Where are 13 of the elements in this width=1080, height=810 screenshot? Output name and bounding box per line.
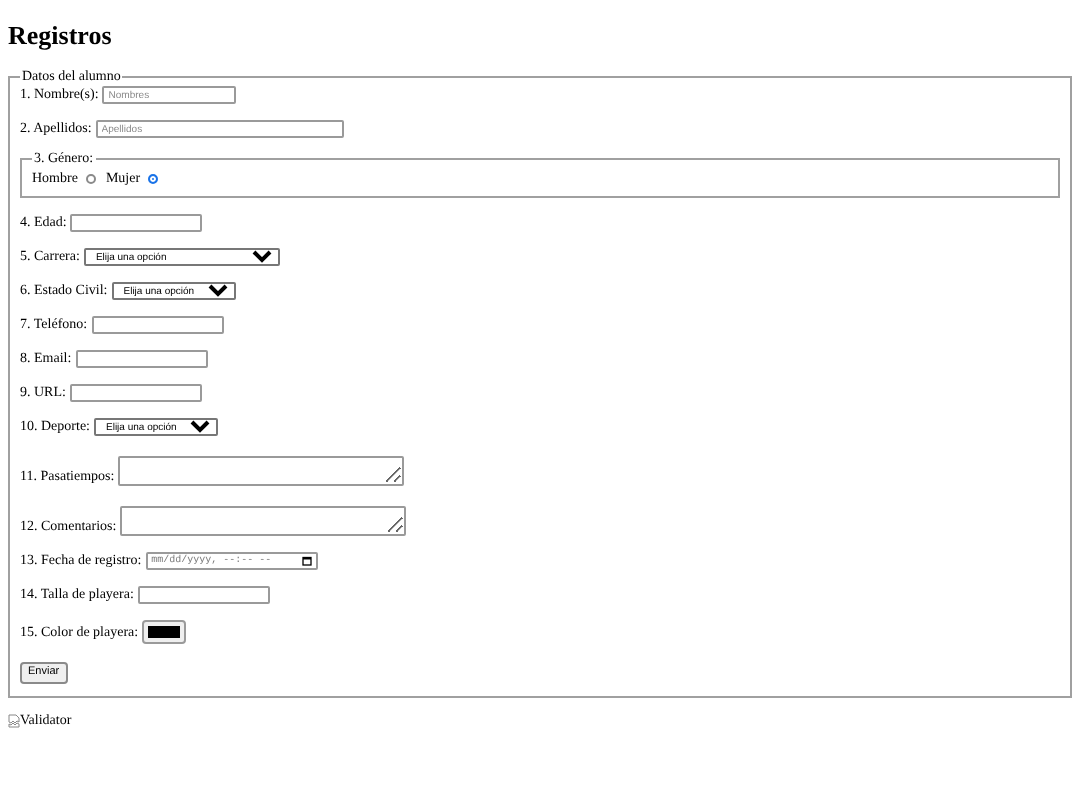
calendar-icon[interactable] — [301, 556, 312, 566]
input-field[interactable] — [70, 214, 203, 232]
text-area[interactable] — [118, 456, 405, 486]
input-field[interactable] — [137, 586, 270, 604]
broken-image-icon — [8, 713, 20, 727]
radio-button[interactable] — [85, 174, 96, 184]
text-area[interactable] — [120, 506, 407, 536]
page-title: Registros — [8, 20, 114, 52]
radio-button[interactable] — [148, 174, 159, 184]
input-field[interactable] — [75, 350, 208, 368]
color-picker[interactable] — [142, 620, 187, 644]
input-field[interactable] — [91, 316, 224, 334]
input-field[interactable] — [69, 384, 202, 402]
